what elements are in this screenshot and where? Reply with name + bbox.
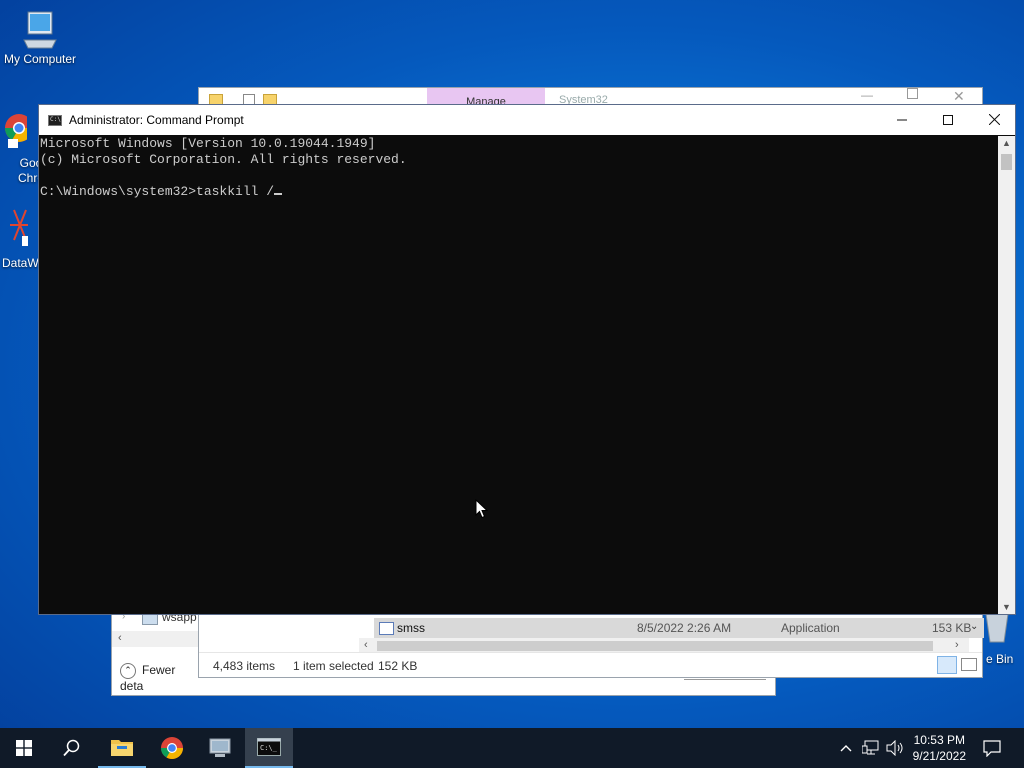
scroll-left-icon[interactable]: ‹ (118, 632, 122, 644)
file-type: Application (781, 621, 840, 635)
collapse-icon: ⌃ (120, 663, 136, 679)
show-hidden-icons-icon[interactable] (840, 740, 852, 755)
network-icon[interactable] (861, 740, 880, 759)
console-line: Microsoft Windows [Version 10.0.19044.19… (40, 136, 376, 151)
taskbar-file-explorer[interactable] (98, 728, 146, 768)
file-row-smss[interactable]: smss 8/5/2022 2:26 AM Application 153 KB… (374, 618, 984, 638)
search-button[interactable] (48, 728, 96, 768)
application-icon (379, 622, 394, 635)
file-explorer-icon (111, 740, 133, 756)
h-scrollbar-back[interactable]: ‹ (112, 631, 200, 647)
console-prompt-line[interactable]: C:\Windows\system32>taskkill / (40, 184, 997, 200)
console-input: C:\Windows\system32>taskkill / (40, 184, 275, 199)
clock[interactable]: 10:53 PM 9/21/2022 (913, 732, 966, 764)
dataw-icon (10, 209, 28, 246)
close-icon (988, 113, 1000, 126)
console-line: (c) Microsoft Corporation. All rights re… (40, 152, 407, 167)
maximize-button[interactable] (925, 105, 971, 135)
minimize-button[interactable]: — (861, 88, 873, 102)
desktop-icon-my-computer[interactable]: My Computer (2, 10, 78, 66)
text-cursor (274, 193, 283, 195)
cmd-icon: C:\_ (257, 738, 281, 756)
scroll-up-icon[interactable]: ▲ (998, 138, 1015, 148)
desktop-icon-google-chrome[interactable]: Goo Chro (0, 108, 44, 185)
clock-time: 10:53 PM (913, 733, 965, 747)
details-view-icon[interactable] (937, 656, 957, 674)
close-button[interactable]: ✕ (953, 88, 965, 105)
cmd-title: Administrator: Command Prompt (69, 113, 244, 127)
chrome-icon (161, 737, 183, 759)
minimize-button[interactable] (879, 105, 925, 135)
scroll-down-icon[interactable]: ▼ (998, 602, 1015, 612)
scroll-right-icon[interactable]: › (955, 639, 959, 651)
file-date: 8/5/2022 2:26 AM (637, 621, 732, 635)
cmd-vertical-scrollbar[interactable]: ▲ ▼ (998, 136, 1015, 614)
recycle-bin-icon (985, 613, 1009, 643)
scroll-left-icon[interactable]: ‹ (364, 639, 368, 651)
selection-size: 152 KB (378, 659, 418, 673)
large-icons-view-icon[interactable] (961, 658, 977, 671)
mouse-pointer-icon (475, 499, 488, 519)
chrome-icon (5, 114, 27, 148)
taskbar: C:\_ 10:53 PM 9/21/2022 (0, 728, 1024, 768)
maximize-button[interactable] (907, 88, 918, 99)
desktop-icon-label: e Bin (986, 652, 1014, 666)
minimize-icon (897, 119, 907, 121)
desktop-icon-label: DataW (2, 256, 39, 270)
close-button[interactable] (971, 105, 1017, 135)
clock-date: 9/21/2022 (912, 749, 966, 763)
explorer-status-bar: 4,483 items 1 item selected 152 KB (199, 652, 982, 677)
computer-icon (23, 11, 57, 49)
button-outline[interactable] (684, 679, 766, 684)
cmd-icon: C:\ (48, 115, 62, 126)
start-button[interactable] (0, 728, 48, 768)
scroll-thumb[interactable] (377, 641, 933, 651)
network-app-icon (209, 738, 231, 757)
selection-count: 1 item selected (293, 659, 374, 673)
file-size: 153 KB (932, 621, 972, 635)
notification-center-icon[interactable] (983, 739, 1001, 760)
item-count: 4,483 items (213, 659, 276, 673)
taskbar-chrome[interactable] (148, 728, 196, 768)
command-prompt-window[interactable]: C:\ Administrator: Command Prompt Micros… (38, 104, 1016, 615)
cmd-titlebar[interactable]: C:\ Administrator: Command Prompt (39, 105, 1015, 135)
volume-icon[interactable] (886, 739, 904, 759)
search-icon (63, 739, 80, 757)
scroll-down-icon[interactable]: ⌄ (970, 621, 978, 632)
windows-logo-icon (16, 740, 32, 756)
taskbar-command-prompt[interactable]: C:\_ (245, 728, 293, 768)
fewer-details-toggle[interactable]: ⌃ Fewer deta (120, 663, 200, 693)
svg-text:C:\_: C:\_ (260, 744, 278, 752)
desktop-icon-label: My Computer (3, 52, 77, 66)
maximize-icon (943, 115, 953, 125)
desktop-icon-datawarehouse[interactable]: DataW (0, 206, 39, 270)
console-output[interactable]: Microsoft Windows [Version 10.0.19044.19… (39, 136, 997, 614)
file-name: smss (397, 621, 425, 635)
taskbar-app[interactable] (196, 728, 244, 768)
scroll-thumb[interactable] (1001, 154, 1012, 170)
